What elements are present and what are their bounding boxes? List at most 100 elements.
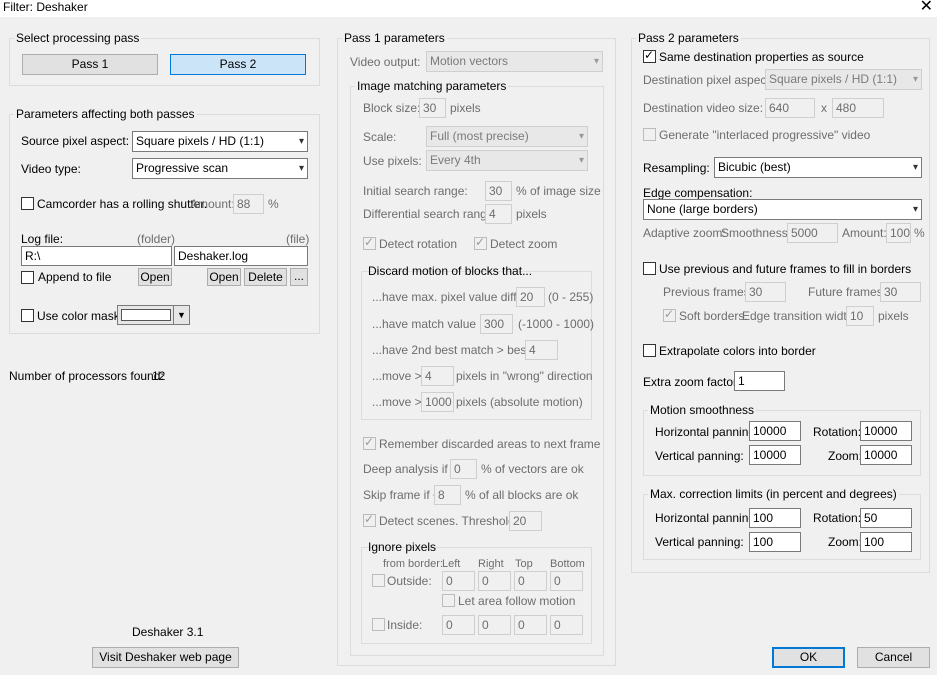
resampling-select[interactable]: Bicubic (best) ▾ [714, 157, 922, 178]
deep-analysis-field[interactable]: 0 [450, 459, 477, 479]
discard-r3-label: ...have 2nd best match > best - [372, 343, 538, 357]
open-folder-button[interactable]: Open [138, 268, 172, 286]
version-label: Deshaker 3.1 [132, 625, 204, 639]
soft-borders-checkbox[interactable]: ✓ [663, 307, 676, 322]
check-icon: ✓ [364, 512, 375, 526]
use-pixels-label: Use pixels: [363, 154, 422, 168]
append-checkbox[interactable] [21, 271, 34, 284]
outside-top-field[interactable]: 0 [514, 571, 547, 591]
limits-rot-field[interactable]: 50 [860, 508, 912, 528]
use-pixels-select[interactable]: Every 4th ▾ [426, 150, 588, 171]
limits-vpan-field[interactable]: 100 [749, 532, 801, 552]
log-folder-input[interactable]: R:\ [21, 246, 172, 266]
use-pixels-value: Every 4th [430, 153, 481, 167]
video-output-value: Motion vectors [430, 54, 509, 68]
pass2-button[interactable]: Pass 2 [170, 54, 306, 75]
open-file-button[interactable]: Open [207, 268, 241, 286]
top-label: Top [515, 558, 533, 570]
processors-label: Number of processors found: [9, 369, 164, 383]
chevron-down-icon: ▾ [912, 74, 918, 85]
scale-select[interactable]: Full (most precise) ▾ [426, 126, 588, 147]
dest-size-label: Destination video size: [643, 101, 764, 115]
future-frames-label: Future frames: [808, 285, 887, 299]
adaptive-zoom-label: Adaptive zoom: [643, 226, 726, 240]
initial-range-field[interactable]: 30 [485, 181, 512, 201]
smoothness-field[interactable]: 5000 [787, 223, 838, 243]
inside-bottom-field[interactable]: 0 [550, 615, 583, 635]
rolling-shutter-checkbox[interactable] [21, 197, 34, 210]
detect-zoom-checkbox[interactable]: ✓ [474, 235, 487, 250]
smooth-vpan-field[interactable]: 10000 [749, 445, 801, 465]
inside-checkbox[interactable] [372, 618, 385, 631]
smooth-zoom-field[interactable]: 10000 [860, 445, 912, 465]
outside-left-field[interactable]: 0 [442, 571, 475, 591]
dest-width-field[interactable]: 640 [765, 98, 815, 118]
delete-button[interactable]: Delete [244, 268, 287, 286]
remember-checkbox[interactable]: ✓ [363, 435, 376, 450]
log-file-label: Log file: [21, 232, 64, 246]
visit-web-button[interactable]: Visit Deshaker web page [92, 647, 239, 668]
source-aspect-select[interactable]: Square pixels / HD (1:1) ▾ [132, 131, 308, 152]
skip-frame-unit: % of all blocks are ok [465, 488, 579, 502]
smooth-hpan-field[interactable]: 10000 [749, 421, 801, 441]
extrapolate-checkbox[interactable] [643, 344, 656, 357]
edge-width-field[interactable]: 10 [846, 306, 874, 326]
discard-r2-field[interactable]: 300 [480, 314, 513, 334]
color-mask-picker[interactable]: ▼ [117, 305, 190, 325]
dest-size-x: x [821, 101, 827, 115]
detect-rotation-checkbox[interactable]: ✓ [363, 235, 376, 250]
color-mask-checkbox[interactable] [21, 309, 34, 322]
browse-button[interactable]: ... [290, 268, 308, 286]
smooth-rot-field[interactable]: 10000 [860, 421, 912, 441]
inside-left-field[interactable]: 0 [442, 615, 475, 635]
block-size-field[interactable]: 30 [419, 98, 446, 118]
log-file-input[interactable]: Deshaker.log [174, 246, 308, 266]
video-type-select[interactable]: Progressive scan ▾ [132, 158, 308, 179]
amount-field[interactable]: 88 [233, 194, 264, 214]
pass1-button[interactable]: Pass 1 [22, 54, 158, 75]
detect-scenes-checkbox[interactable]: ✓ [363, 512, 376, 527]
video-type-value: Progressive scan [136, 161, 229, 175]
ok-button[interactable]: OK [772, 647, 845, 668]
inside-right-field[interactable]: 0 [478, 615, 511, 635]
limits-zoom-label: Zoom: [828, 535, 863, 549]
amount-label: Amount: [190, 197, 235, 211]
outside-right-field[interactable]: 0 [478, 571, 511, 591]
edge-compensation-select[interactable]: None (large borders) ▾ [643, 199, 922, 220]
limits-hpan-field[interactable]: 100 [749, 508, 801, 528]
dest-aspect-select[interactable]: Square pixels / HD (1:1) ▾ [765, 69, 922, 90]
limits-zoom-field[interactable]: 100 [860, 532, 912, 552]
video-output-select[interactable]: Motion vectors ▾ [426, 51, 603, 72]
close-icon[interactable]: ✕ [920, 0, 933, 16]
both-passes-title: Parameters affecting both passes [14, 107, 197, 121]
check-icon: ✓ [364, 235, 375, 249]
adaptive-amount-field[interactable]: 100 [886, 223, 911, 243]
inside-top-field[interactable]: 0 [514, 615, 547, 635]
select-pass-title: Select processing pass [14, 31, 142, 45]
diff-range-field[interactable]: 4 [485, 204, 512, 224]
bottom-label: Bottom [550, 558, 585, 570]
discard-r1-field[interactable]: 20 [516, 287, 545, 307]
outside-checkbox[interactable] [372, 574, 385, 587]
motion-smoothness-group: Motion smoothness [643, 403, 921, 476]
append-label: Append to file [38, 270, 112, 284]
dest-height-field[interactable]: 480 [832, 98, 884, 118]
interlaced-checkbox[interactable] [643, 128, 656, 141]
prev-frames-field[interactable]: 30 [745, 282, 786, 302]
cancel-button[interactable]: Cancel [857, 647, 930, 668]
check-icon: ✓ [364, 435, 375, 449]
discard-r4-label: ...move > [372, 369, 422, 383]
outside-bottom-field[interactable]: 0 [550, 571, 583, 591]
discard-r3-field[interactable]: 4 [525, 340, 558, 360]
discard-r5-field[interactable]: 1000 [421, 392, 454, 412]
discard-r4-field[interactable]: 4 [421, 366, 454, 386]
same-dest-checkbox[interactable]: ✓ [643, 48, 656, 63]
prev-future-checkbox[interactable] [643, 262, 656, 275]
detect-scenes-field[interactable]: 20 [509, 511, 542, 531]
extra-zoom-field[interactable]: 1 [734, 371, 785, 391]
rolling-shutter-label: Camcorder has a rolling shutter. [37, 197, 208, 211]
follow-motion-checkbox[interactable] [442, 594, 455, 607]
future-frames-field[interactable]: 30 [880, 282, 921, 302]
check-icon: ✓ [664, 307, 675, 321]
skip-frame-field[interactable]: 8 [434, 485, 461, 505]
